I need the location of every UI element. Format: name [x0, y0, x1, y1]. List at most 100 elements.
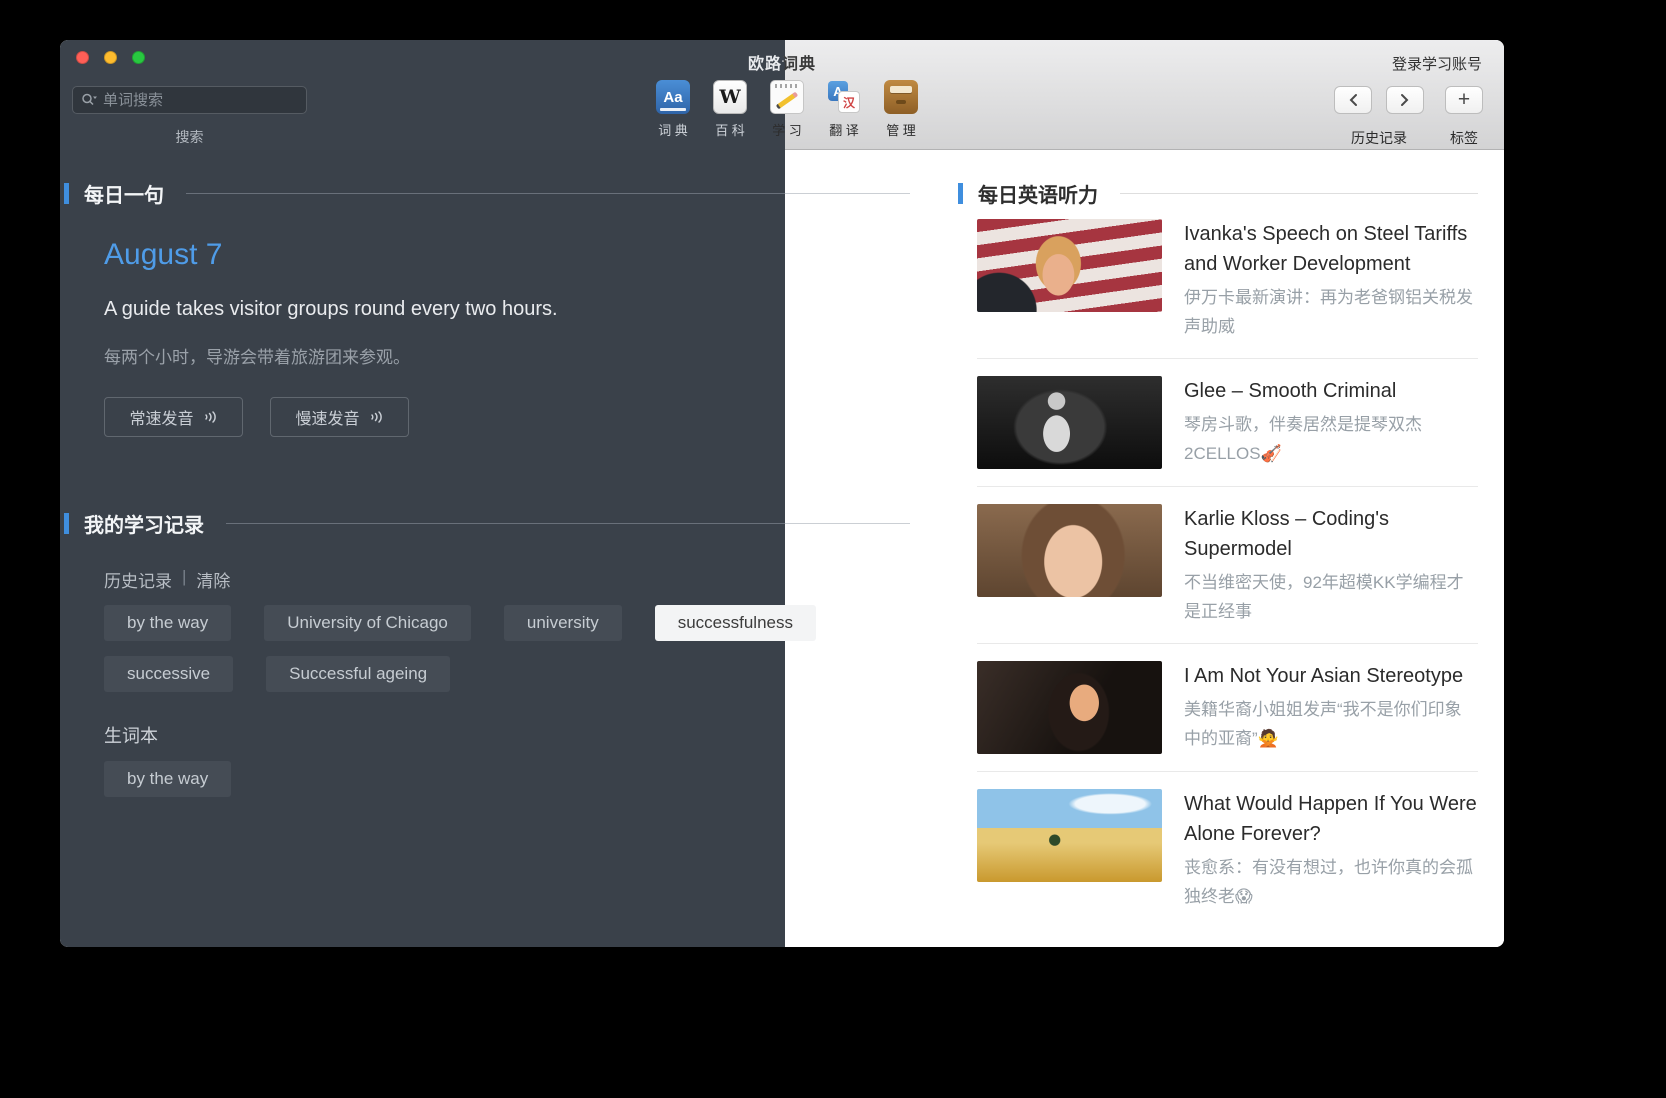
history-tag[interactable]: university: [504, 605, 622, 641]
study-record-section-header: 我的学习记录: [64, 509, 910, 538]
item-subtitle: 美籍华裔小姐姐发声“我不是你们印象中的亚裔”🙅: [1184, 695, 1478, 753]
item-thumbnail: [977, 661, 1162, 754]
item-subtitle: 不当维密天使，92年超模KK学编程才是正经事: [1184, 568, 1478, 626]
history-tags-row: successive Successful ageing: [104, 656, 450, 692]
clear-history-button[interactable]: 清除: [196, 567, 230, 592]
back-button[interactable]: [1334, 86, 1372, 114]
item-text: Ivanka's Speech on Steel Tariffs and Wor…: [1184, 219, 1478, 341]
slow-speed-label: 慢速发音: [295, 405, 359, 429]
tag-caption: 标签: [1445, 128, 1483, 148]
item-title: I Am Not Your Asian Stereotype: [1184, 661, 1478, 691]
item-thumbnail: [977, 376, 1162, 469]
tool-study[interactable]: 学 习: [768, 80, 806, 139]
section-divider: [226, 523, 910, 524]
tool-label: 学 习: [772, 120, 802, 139]
item-thumbnail: [977, 219, 1162, 312]
tool-label: 管 理: [886, 120, 916, 139]
section-title: 每日一句: [84, 179, 164, 208]
item-text: I Am Not Your Asian Stereotype 美籍华裔小姐姐发声…: [1184, 661, 1478, 754]
daily-sentence-panel: 每日一句 August 7 A guide takes visitor grou…: [60, 150, 785, 947]
toolbar: 欧路词典 登录学习账号 搜索 Aa 词 典 W 百 科 学 习: [60, 40, 1504, 150]
daily-sentence-text: A guide takes visitor groups round every…: [104, 298, 558, 321]
tool-wiki[interactable]: W 百 科: [711, 80, 749, 139]
toolbar-tools: Aa 词 典 W 百 科 学 习 翻 译 管 理: [654, 80, 920, 139]
tool-label: 翻 译: [829, 120, 859, 139]
speaker-waves-icon: [203, 409, 218, 425]
history-label: 历史记录: [104, 567, 172, 592]
search-caption: 搜索: [72, 127, 307, 147]
slow-speed-button[interactable]: 慢速发音: [270, 397, 409, 437]
history-tag[interactable]: University of Chicago: [264, 605, 471, 641]
item-title: What Would Happen If You Were Alone Fore…: [1184, 789, 1478, 849]
item-title: Karlie Kloss – Coding's Supermodel: [1184, 504, 1478, 564]
close-button[interactable]: [76, 51, 89, 64]
forward-button[interactable]: [1386, 86, 1424, 114]
chevron-right-icon: [1400, 93, 1410, 107]
section-divider: [186, 193, 910, 194]
list-item[interactable]: Karlie Kloss – Coding's Supermodel 不当维密天…: [977, 487, 1478, 644]
window-title: 欧路词典: [748, 50, 816, 74]
history-tag[interactable]: Successful ageing: [266, 656, 450, 692]
tool-dictionary[interactable]: Aa 词 典: [654, 80, 692, 139]
item-subtitle: 伊万卡最新演讲：再为老爸钢铝关税发声助威: [1184, 283, 1478, 341]
history-caption: 历史记录: [1324, 128, 1434, 148]
tool-label: 词 典: [658, 120, 688, 139]
accent-bar: [958, 183, 963, 204]
tool-manage[interactable]: 管 理: [882, 80, 920, 139]
wordbook-tag[interactable]: by the way: [104, 761, 231, 797]
chevron-down-icon: [93, 97, 97, 100]
dictionary-icon: Aa: [656, 80, 690, 114]
speaker-waves-icon: [369, 409, 384, 425]
login-link[interactable]: 登录学习账号: [1392, 53, 1482, 74]
list-item[interactable]: Glee – Smooth Criminal 琴房斗歌，伴奏居然是提琴双杰2CE…: [977, 359, 1478, 487]
manage-icon: [884, 80, 918, 114]
history-tags-row: by the way University of Chicago univers…: [104, 605, 816, 641]
search-input[interactable]: [103, 92, 298, 109]
history-tag[interactable]: by the way: [104, 605, 231, 641]
app-window: 欧路词典 登录学习账号 搜索 Aa 词 典 W 百 科 学 习: [60, 40, 1504, 947]
item-subtitle: 丧愈系：有没有想过，也许你真的会孤独终老😱: [1184, 853, 1478, 911]
zoom-button[interactable]: [132, 51, 145, 64]
item-text: What Would Happen If You Were Alone Fore…: [1184, 789, 1478, 911]
pronunciation-buttons: 常速发音 慢速发音: [104, 397, 409, 437]
wordbook-tags-row: by the way: [104, 761, 231, 797]
history-clear-row: 历史记录 | 清除: [104, 567, 230, 592]
normal-speed-label: 常速发音: [129, 405, 193, 429]
list-item[interactable]: What Would Happen If You Were Alone Fore…: [977, 772, 1478, 928]
search-field[interactable]: [72, 86, 307, 114]
item-title: Ivanka's Speech on Steel Tariffs and Wor…: [1184, 219, 1478, 279]
accent-bar: [64, 183, 69, 204]
translate-icon: [827, 80, 861, 114]
list-item[interactable]: Ivanka's Speech on Steel Tariffs and Wor…: [977, 202, 1478, 359]
search-icon[interactable]: [81, 92, 98, 108]
item-title: Glee – Smooth Criminal: [1184, 376, 1478, 406]
item-subtitle: 琴房斗歌，伴奏居然是提琴双杰2CELLOS🎻: [1184, 410, 1478, 468]
item-thumbnail: [977, 504, 1162, 597]
daily-date: August 7: [104, 238, 222, 272]
minimize-button[interactable]: [104, 51, 117, 64]
normal-speed-button[interactable]: 常速发音: [104, 397, 243, 437]
wiki-icon: W: [713, 80, 747, 114]
list-item[interactable]: I Am Not Your Asian Stereotype 美籍华裔小姐姐发声…: [977, 644, 1478, 772]
daily-sentence-section-header: 每日一句: [64, 179, 910, 208]
daily-sentence-translation: 每两个小时，导游会带着旅游团来参观。: [104, 343, 410, 368]
plus-icon: +: [1458, 88, 1470, 112]
listening-list: Ivanka's Speech on Steel Tariffs and Wor…: [977, 202, 1478, 928]
item-text: Karlie Kloss – Coding's Supermodel 不当维密天…: [1184, 504, 1478, 626]
section-title: 我的学习记录: [84, 509, 204, 538]
chevron-left-icon: [1348, 93, 1358, 107]
section-divider: [1120, 193, 1478, 194]
history-tag-selected[interactable]: successfulness: [655, 605, 816, 641]
divider: |: [182, 567, 186, 592]
history-tag[interactable]: successive: [104, 656, 233, 692]
listening-panel: 每日英语听力 Ivanka's Speech on Steel Tariffs …: [785, 150, 1504, 947]
accent-bar: [64, 513, 69, 534]
study-icon: [770, 80, 804, 114]
item-text: Glee – Smooth Criminal 琴房斗歌，伴奏居然是提琴双杰2CE…: [1184, 376, 1478, 469]
add-tag-button[interactable]: +: [1445, 86, 1483, 114]
wordbook-label: 生词本: [104, 722, 158, 748]
tool-label: 百 科: [715, 120, 745, 139]
item-thumbnail: [977, 789, 1162, 882]
traffic-lights: [76, 51, 145, 64]
tool-translate[interactable]: 翻 译: [825, 80, 863, 139]
